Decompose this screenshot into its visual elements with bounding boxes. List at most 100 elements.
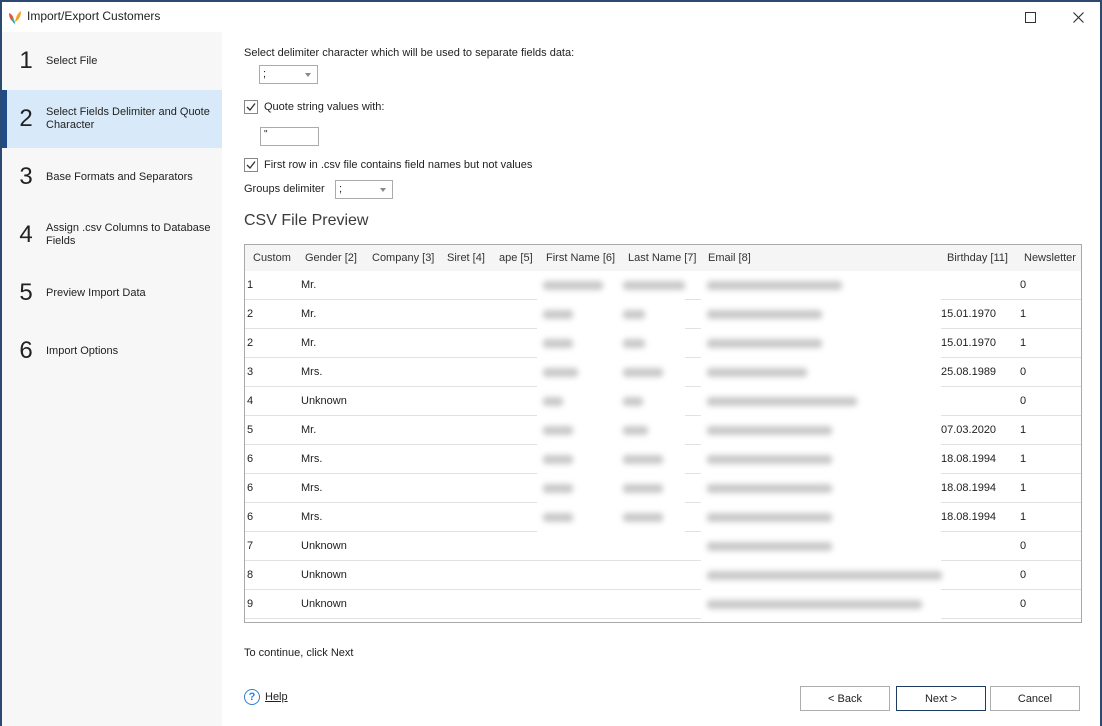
cell-newsletter: 1 bbox=[1020, 308, 1027, 320]
table-row[interactable]: 6 Mrs. 18.08.1994 1 bbox=[245, 445, 1081, 474]
cell-newsletter: 1 bbox=[1020, 482, 1027, 494]
cell-last-name-redacted bbox=[623, 455, 663, 464]
cell-last-name-redacted bbox=[623, 426, 648, 435]
help-link[interactable]: ? Help bbox=[244, 689, 288, 705]
back-button[interactable]: < Back bbox=[800, 686, 890, 711]
app-logo-icon bbox=[9, 11, 21, 24]
cell-gender: Mrs. bbox=[301, 366, 323, 378]
wizard-steps-sidebar: 1 Select File 2 Select Fields Delimiter … bbox=[2, 32, 222, 726]
cell-last-name-redacted bbox=[623, 397, 643, 406]
cell-birthday: 07.03.2020 bbox=[941, 424, 997, 436]
next-button[interactable]: Next > bbox=[896, 686, 986, 711]
cell-first-name-redacted bbox=[543, 513, 573, 522]
help-icon: ? bbox=[244, 689, 260, 705]
close-button[interactable] bbox=[1062, 6, 1094, 28]
cell-gender: Unknown bbox=[301, 569, 347, 581]
step-label: Select File bbox=[46, 54, 98, 67]
step-label: Preview Import Data bbox=[46, 286, 146, 299]
cell-gender: Mr. bbox=[301, 424, 317, 436]
table-row[interactable]: 3 Mrs. 25.08.1989 0 bbox=[245, 358, 1081, 387]
column-header[interactable]: Siret [4] bbox=[447, 252, 485, 264]
cell-last-name-redacted bbox=[623, 484, 663, 493]
wizard-step-base-formats[interactable]: 3 Base Formats and Separators bbox=[2, 148, 222, 206]
quote-string-checkbox[interactable] bbox=[244, 100, 258, 114]
groups-delimiter-value: ; bbox=[339, 183, 343, 195]
column-header[interactable]: Gender [2] bbox=[305, 252, 357, 264]
cell-first-name-redacted bbox=[543, 339, 573, 348]
first-row-headers-label: First row in .csv file contains field na… bbox=[264, 159, 533, 171]
csv-preview-title: CSV File Preview bbox=[244, 212, 369, 229]
table-row[interactable]: 6 Mrs. 18.08.1994 1 bbox=[245, 474, 1081, 503]
grid-header: Custom Gender [2] Company [3] Siret [4] … bbox=[245, 245, 1081, 271]
cell-customer-id: 2 bbox=[247, 337, 254, 349]
column-header[interactable]: Last Name [7] bbox=[628, 252, 696, 264]
column-header[interactable]: Custom bbox=[253, 252, 291, 264]
column-header[interactable]: Company [3] bbox=[372, 252, 434, 264]
cell-newsletter: 1 bbox=[1020, 424, 1027, 436]
cell-birthday: 18.08.1994 bbox=[941, 482, 997, 494]
groups-delimiter-select[interactable]: ; bbox=[335, 180, 393, 199]
cell-customer-id: 7 bbox=[247, 540, 254, 552]
cell-first-name-redacted bbox=[543, 426, 573, 435]
cell-email-redacted bbox=[707, 455, 832, 464]
column-header[interactable]: Email [8] bbox=[708, 252, 751, 264]
step-number: 4 bbox=[19, 221, 33, 248]
delimiter-select[interactable]: ; bbox=[259, 65, 318, 84]
help-label: Help bbox=[265, 691, 288, 703]
table-row[interactable]: 6 Mrs. 18.08.1994 1 bbox=[245, 503, 1081, 532]
continue-hint: To continue, click Next bbox=[244, 647, 354, 659]
wizard-step-assign-columns[interactable]: 4 Assign .csv Columns to Database Fields bbox=[2, 206, 222, 264]
first-row-headers-checkbox[interactable] bbox=[244, 158, 258, 172]
cell-newsletter: 0 bbox=[1020, 366, 1027, 378]
column-header[interactable]: First Name [6] bbox=[546, 252, 615, 264]
cell-newsletter: 0 bbox=[1020, 279, 1027, 291]
cell-birthday: 18.08.1994 bbox=[941, 511, 997, 523]
column-header[interactable]: ape [5] bbox=[499, 252, 533, 264]
table-row[interactable]: 7 Unknown 0 bbox=[245, 532, 1081, 561]
cell-email-redacted bbox=[707, 542, 832, 551]
table-row[interactable]: 8 Unknown 0 bbox=[245, 561, 1081, 590]
quote-string-label: Quote string values with: bbox=[264, 101, 385, 113]
maximize-button[interactable] bbox=[1014, 6, 1046, 28]
column-header[interactable]: Birthday [11] bbox=[947, 252, 1008, 264]
column-header[interactable]: Newsletter bbox=[1024, 252, 1076, 264]
cell-first-name-redacted bbox=[543, 368, 578, 377]
table-row[interactable]: 1 Mr. 0 bbox=[245, 271, 1081, 300]
cell-last-name-redacted bbox=[623, 281, 685, 290]
cell-customer-id: 3 bbox=[247, 366, 254, 378]
cell-email-redacted bbox=[707, 426, 832, 435]
cell-last-name-redacted bbox=[623, 513, 663, 522]
table-row[interactable]: 2 Mr. 15.01.1970 1 bbox=[245, 329, 1081, 358]
cancel-button[interactable]: Cancel bbox=[990, 686, 1080, 711]
step-label: Import Options bbox=[46, 344, 119, 357]
cell-customer-id: 6 bbox=[247, 482, 254, 494]
table-row[interactable]: 9 Unknown 0 bbox=[245, 590, 1081, 619]
cell-customer-id: 4 bbox=[247, 395, 254, 407]
csv-preview-grid[interactable]: Custom Gender [2] Company [3] Siret [4] … bbox=[244, 244, 1082, 623]
cell-email-redacted bbox=[707, 397, 857, 406]
cell-email-redacted bbox=[707, 368, 807, 377]
cell-last-name-redacted bbox=[623, 368, 663, 377]
cell-newsletter: 0 bbox=[1020, 569, 1027, 581]
cell-email-redacted bbox=[707, 484, 832, 493]
wizard-step-preview-import[interactable]: 5 Preview Import Data bbox=[2, 264, 222, 322]
cell-birthday: 15.01.1970 bbox=[941, 337, 997, 349]
cell-gender: Unknown bbox=[301, 395, 347, 407]
cell-newsletter: 1 bbox=[1020, 511, 1027, 523]
chevron-down-icon bbox=[380, 188, 386, 192]
cell-birthday: 25.08.1989 bbox=[941, 366, 997, 378]
quote-char-input[interactable]: " bbox=[260, 127, 319, 146]
delimiter-value: ; bbox=[263, 68, 267, 80]
cell-customer-id: 8 bbox=[247, 569, 254, 581]
table-row[interactable]: 5 Mr. 07.03.2020 1 bbox=[245, 416, 1081, 445]
cell-newsletter: 1 bbox=[1020, 337, 1027, 349]
wizard-step-select-delimiter[interactable]: 2 Select Fields Delimiter and Quote Char… bbox=[2, 90, 222, 148]
checkmark-icon bbox=[246, 161, 256, 169]
title-bar: Import/Export Customers bbox=[2, 2, 1100, 32]
wizard-step-select-file[interactable]: 1 Select File bbox=[2, 32, 222, 90]
wizard-step-import-options[interactable]: 6 Import Options bbox=[2, 322, 222, 380]
table-row[interactable]: 2 Mr. 15.01.1970 1 bbox=[245, 300, 1081, 329]
table-row[interactable]: 4 Unknown 0 bbox=[245, 387, 1081, 416]
checkmark-icon bbox=[246, 103, 256, 111]
cell-customer-id: 5 bbox=[247, 424, 254, 436]
